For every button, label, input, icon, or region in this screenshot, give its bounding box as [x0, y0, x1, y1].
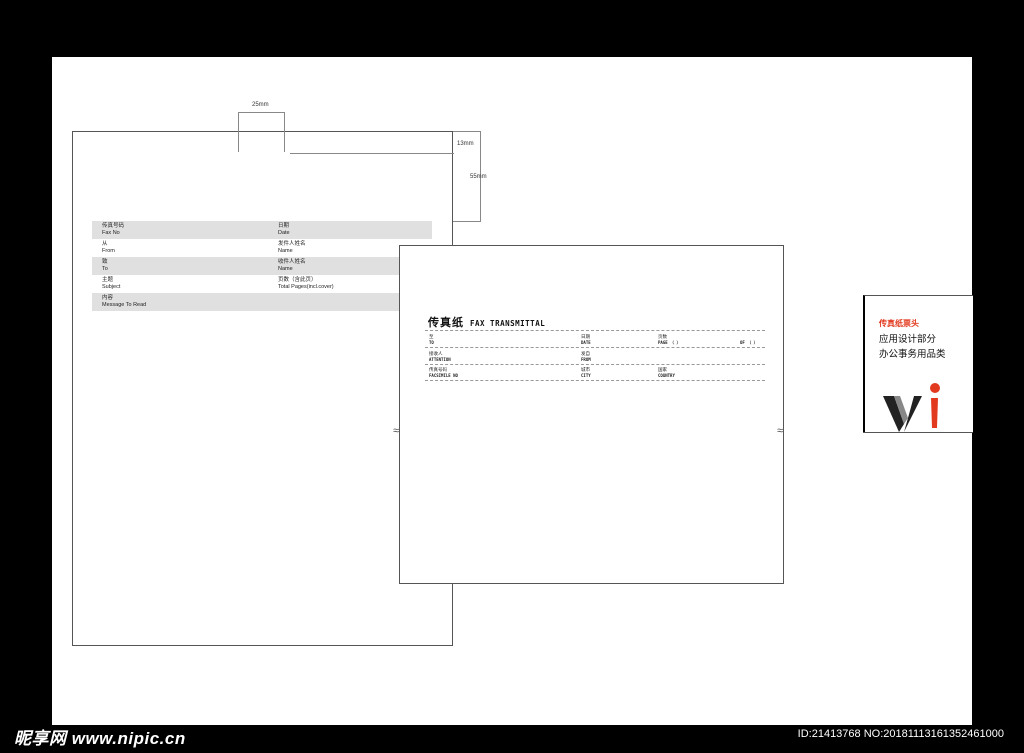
fax-row-right: 日期 Date	[278, 223, 290, 237]
label-en: CITY	[581, 373, 591, 378]
fax-row-left: 传真号码 Fax No	[102, 223, 124, 237]
label-en: FROM	[581, 357, 591, 362]
label-en: Subject	[102, 284, 121, 290]
vi-logo	[883, 383, 940, 432]
transmittal-rule	[425, 347, 765, 348]
fax-row-from: 从 From 发件人姓名 Name	[92, 239, 432, 257]
dim-right-bottom	[453, 221, 481, 222]
watermark-right: ID:21413768 NO:20181113161352461000	[797, 728, 1004, 740]
title-en: FAX TRANSMITTAL	[470, 319, 546, 328]
tx-of: OF （ ）	[740, 340, 758, 346]
panel-line2: 办公事务用品类	[879, 349, 946, 360]
fax-row-right: 发件人姓名 Name	[278, 241, 306, 255]
transmittal-rule	[425, 364, 765, 365]
dim-25mm-left-tick	[238, 112, 239, 152]
tx-page: 页数 PAGE （ ）	[658, 334, 680, 346]
vi-logo-i-stem	[931, 398, 938, 428]
dim-55mm-label: 55mm	[470, 174, 487, 180]
dim-25mm-bar	[238, 112, 285, 113]
tx-attention: 接收人 ATTENTION	[429, 351, 451, 363]
label-en: To	[102, 266, 108, 272]
watermark-left: 昵享网 www.nipic.cn	[14, 729, 186, 748]
fax-form-sheet	[72, 131, 453, 646]
fax-row-fax-no: 传真号码 Fax No 日期 Date	[92, 221, 432, 239]
fax-row-subject: 主题 Subject 页数（含此页） Total Pages(incl.cover)	[92, 275, 432, 293]
fax-row-right: 收件人姓名 Name	[278, 259, 306, 273]
fax-row-to: 致 To 收件人姓名 Name	[92, 257, 432, 275]
dim-13mm-bar	[290, 153, 454, 154]
tx-from: 发自 FROM	[581, 351, 591, 363]
label-en: FACSIMILE NO	[429, 373, 458, 378]
dim-25mm-right-tick	[284, 112, 285, 152]
label-en: COUNTRY	[658, 373, 675, 378]
tx-to: 至 TO	[429, 334, 434, 346]
label-en: Name	[278, 248, 293, 254]
transmittal-rule	[425, 330, 765, 331]
fax-row-right: 页数（含此页） Total Pages(incl.cover)	[278, 277, 334, 291]
break-mark-left: ≈	[393, 425, 400, 437]
fax-row-left: 从 From	[102, 241, 115, 255]
label-en: PAGE （ ）	[658, 340, 681, 345]
label-cn: 从	[102, 241, 108, 247]
label-en: Fax No	[102, 230, 120, 236]
tx-country: 国家 COUNTRY	[658, 367, 675, 379]
dim-25mm-label: 25mm	[252, 102, 269, 108]
panel-line1: 应用设计部分	[879, 334, 937, 345]
fax-transmittal-sheet	[399, 245, 784, 584]
transmittal-title: 传真纸 FAX TRANSMITTAL	[428, 314, 545, 330]
fax-row-left: 致 To	[102, 259, 108, 273]
label-cn: 内容	[102, 295, 114, 301]
label-en: OF （ ）	[740, 340, 758, 345]
panel-tag: 传真纸票头	[879, 319, 919, 328]
fax-row-left: 内容 Message To Read	[102, 295, 146, 309]
label-en: ATTENTION	[429, 357, 451, 362]
label-en: DATE	[581, 340, 591, 345]
label-cn: 传真号码	[102, 223, 125, 229]
dim-13mm-label: 13mm	[457, 141, 474, 147]
fax-row-left: 主题 Subject	[102, 277, 120, 291]
transmittal-rule	[425, 380, 765, 381]
vi-logo-i-dot	[930, 383, 940, 393]
vi-logo-v-right	[904, 396, 922, 432]
fax-row-message: 内容 Message To Read	[92, 293, 432, 311]
label-en: Message To Read	[102, 302, 147, 308]
label-cn: 收件人姓名	[278, 259, 306, 265]
tx-city: 城市 CITY	[581, 367, 591, 379]
tx-date: 日期 DATE	[581, 334, 591, 346]
label-cn: 发件人姓名	[278, 241, 306, 247]
label-cn: 致	[102, 259, 108, 265]
break-mark-right: ≈	[777, 425, 784, 437]
label-en: TO	[429, 340, 434, 345]
title-cn: 传真纸	[428, 317, 464, 329]
label-cn: 主题	[102, 277, 114, 283]
label-en: Date	[278, 230, 290, 236]
tx-facsimile: 传真号码 FACSIMILE NO	[429, 367, 458, 379]
label-en: Name	[278, 266, 293, 272]
label-en: From	[102, 248, 115, 254]
label-cn: 页数（含此页）	[278, 277, 317, 283]
label-cn: 日期	[278, 223, 290, 229]
dim-right-top	[453, 131, 481, 132]
label-en: Total Pages(incl.cover)	[278, 284, 334, 290]
